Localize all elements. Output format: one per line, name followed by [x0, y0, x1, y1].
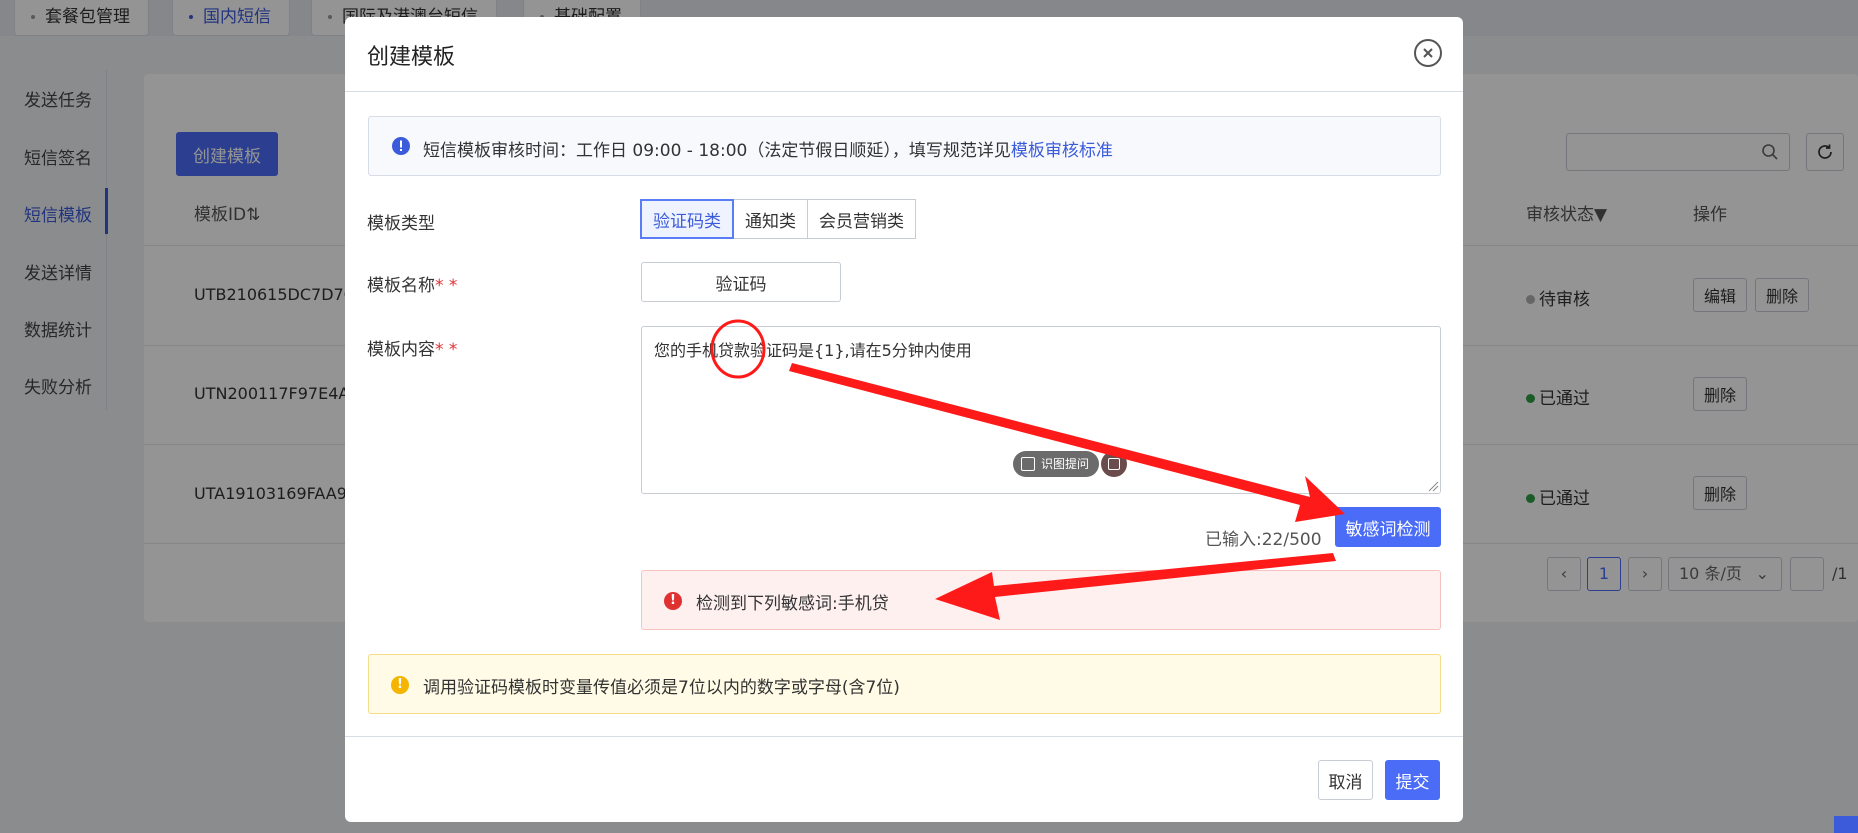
template-name-input[interactable] [641, 262, 841, 302]
image-question-chip[interactable]: 识图提问 [1013, 451, 1100, 477]
sensitive-word-text: 检测到下列敏感词:手机贷 [696, 594, 889, 614]
sensitive-word-check-button[interactable]: 敏感词检测 [1335, 507, 1441, 547]
review-time-notice: 短信模板审核时间：工作日 09:00 - 18:00（法定节假日顺延），填写规范… [368, 116, 1441, 176]
required-mark: * * [435, 276, 458, 296]
required-mark: * * [435, 340, 458, 360]
edit-image-icon[interactable] [1101, 451, 1127, 477]
template-content-label: 模板内容* * [367, 335, 457, 360]
warning-circle-icon: ! [391, 676, 409, 694]
notice-text: 短信模板审核时间：工作日 09:00 - 18:00（法定节假日顺延），填写规范… [423, 136, 1113, 161]
dialog-footer: 取消 提交 [345, 736, 1463, 822]
image-question-label: 识图提问 [1041, 457, 1090, 471]
resize-handle-icon[interactable] [1427, 480, 1439, 492]
type-option-verification[interactable]: 验证码类 [640, 199, 734, 239]
type-option-notification[interactable]: 通知类 [733, 199, 808, 239]
template-type-label: 模板类型 [367, 214, 435, 234]
warning-text: 调用验证码模板时变量传值必须是7位以内的数字或字母(含7位) [423, 678, 900, 698]
dialog-header: 创建模板 [345, 17, 1463, 92]
close-button[interactable] [1414, 39, 1442, 67]
char-counter: 已输入:22/500 [1205, 530, 1322, 550]
sensitive-word-alert: ! 检测到下列敏感词:手机贷 [641, 570, 1441, 630]
submit-button[interactable]: 提交 [1385, 760, 1440, 800]
type-option-marketing[interactable]: 会员营销类 [807, 199, 916, 239]
template-name-label: 模板名称* * [367, 271, 457, 296]
cancel-button[interactable]: 取消 [1318, 760, 1373, 800]
variable-rule-warning: ! 调用验证码模板时变量传值必须是7位以内的数字或字母(含7位) [368, 654, 1441, 714]
template-name-label-text: 模板名称 [367, 276, 435, 296]
create-template-dialog: 创建模板 短信模板审核时间：工作日 09:00 - 18:00（法定节假日顺延）… [345, 17, 1463, 822]
error-circle-icon: ! [664, 592, 682, 610]
template-type-group: 验证码类 通知类 会员营销类 [640, 199, 916, 239]
corner-widget[interactable] [1834, 816, 1858, 833]
dialog-title: 创建模板 [367, 45, 456, 70]
scan-icon [1021, 457, 1035, 471]
info-icon [392, 137, 410, 155]
template-content-label-text: 模板内容 [367, 340, 435, 360]
close-icon [1423, 48, 1433, 58]
notice-body: 短信模板审核时间：工作日 09:00 - 18:00（法定节假日顺延），填写规范… [423, 141, 1011, 161]
review-standard-link[interactable]: 模板审核标准 [1011, 141, 1113, 161]
